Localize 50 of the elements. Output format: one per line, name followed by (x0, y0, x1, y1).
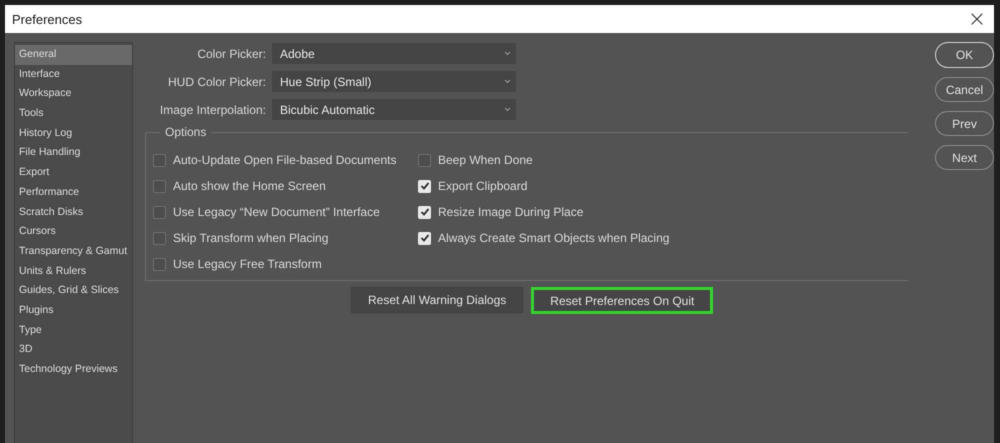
sidebar-item[interactable]: Type (15, 320, 132, 340)
checkbox[interactable] (153, 154, 166, 166)
sidebar-item[interactable]: Interface (15, 64, 132, 84)
sidebar-item[interactable]: Scratch Disks (15, 202, 132, 222)
sidebar-item[interactable]: Technology Previews (15, 360, 132, 380)
checkbox-option[interactable]: Resize Image During Place (418, 199, 670, 225)
checkbox-option[interactable]: Export Clipboard (418, 173, 670, 199)
sidebar-item[interactable]: Workspace (15, 84, 132, 104)
checkbox-option[interactable]: Skip Transform when Placing (153, 225, 418, 251)
checkbox-option[interactable]: Auto show the Home Screen (153, 173, 418, 199)
sidebar-item[interactable]: History Log (15, 124, 132, 144)
checkbox[interactable] (418, 154, 431, 166)
checkbox-option[interactable]: Auto-Update Open File-based Documents (153, 147, 418, 173)
field-label: Image Interpolation: (158, 102, 266, 116)
checkbox-option[interactable]: Beep When Done (418, 147, 670, 173)
sidebar-item[interactable]: Performance (15, 182, 132, 202)
dropdown[interactable]: Bicubic Automatic (272, 99, 516, 120)
group-title: Options (160, 125, 212, 139)
sidebar-item[interactable]: 3D (15, 340, 132, 360)
sidebar-item[interactable]: Guides, Grid & Slices (15, 281, 132, 301)
checkbox[interactable] (153, 232, 166, 244)
sidebar-item[interactable]: Transparency & Gamut (15, 242, 132, 262)
dialog-button[interactable]: Cancel (935, 77, 994, 102)
dialog-button[interactable]: OK (935, 42, 994, 68)
sidebar-item[interactable]: File Handling (15, 143, 132, 164)
checkbox-option[interactable]: Use Legacy “New Document” Interface (153, 199, 418, 225)
sidebar-item[interactable]: Export (15, 163, 132, 183)
dialog-button[interactable]: Next (935, 145, 994, 170)
reset-button[interactable]: Reset Preferences On Quit (531, 287, 714, 314)
checkbox[interactable] (153, 180, 166, 192)
field-label: HUD Color Picker: (166, 74, 266, 88)
checkbox-option[interactable]: Use Legacy Free Transform (153, 251, 418, 277)
reset-button[interactable]: Reset All Warning Dialogs (351, 287, 524, 313)
close-button[interactable]: × (960, 5, 994, 33)
dialog-button[interactable]: Prev (935, 111, 994, 136)
dropdown[interactable]: Hue Strip (Small) (272, 71, 516, 92)
field-label: Color Picker: (196, 46, 266, 60)
sidebar-item[interactable]: Units & Rulers (15, 262, 132, 282)
sidebar-item[interactable]: Cursors (15, 222, 132, 242)
sidebar-item[interactable]: Plugins (15, 300, 132, 321)
chevron-icon (504, 79, 511, 84)
sidebar-item[interactable]: General (15, 45, 132, 65)
dropdown[interactable]: Adobe (272, 43, 516, 64)
window-title: Preferences (12, 12, 82, 26)
sidebar-item[interactable]: Tools (15, 104, 132, 124)
chevron-icon (504, 107, 511, 112)
chevron-icon (504, 51, 511, 56)
checkbox[interactable] (153, 206, 166, 218)
checkbox-option[interactable]: Always Create Smart Objects when Placing (418, 225, 670, 251)
checkbox[interactable] (153, 258, 166, 270)
